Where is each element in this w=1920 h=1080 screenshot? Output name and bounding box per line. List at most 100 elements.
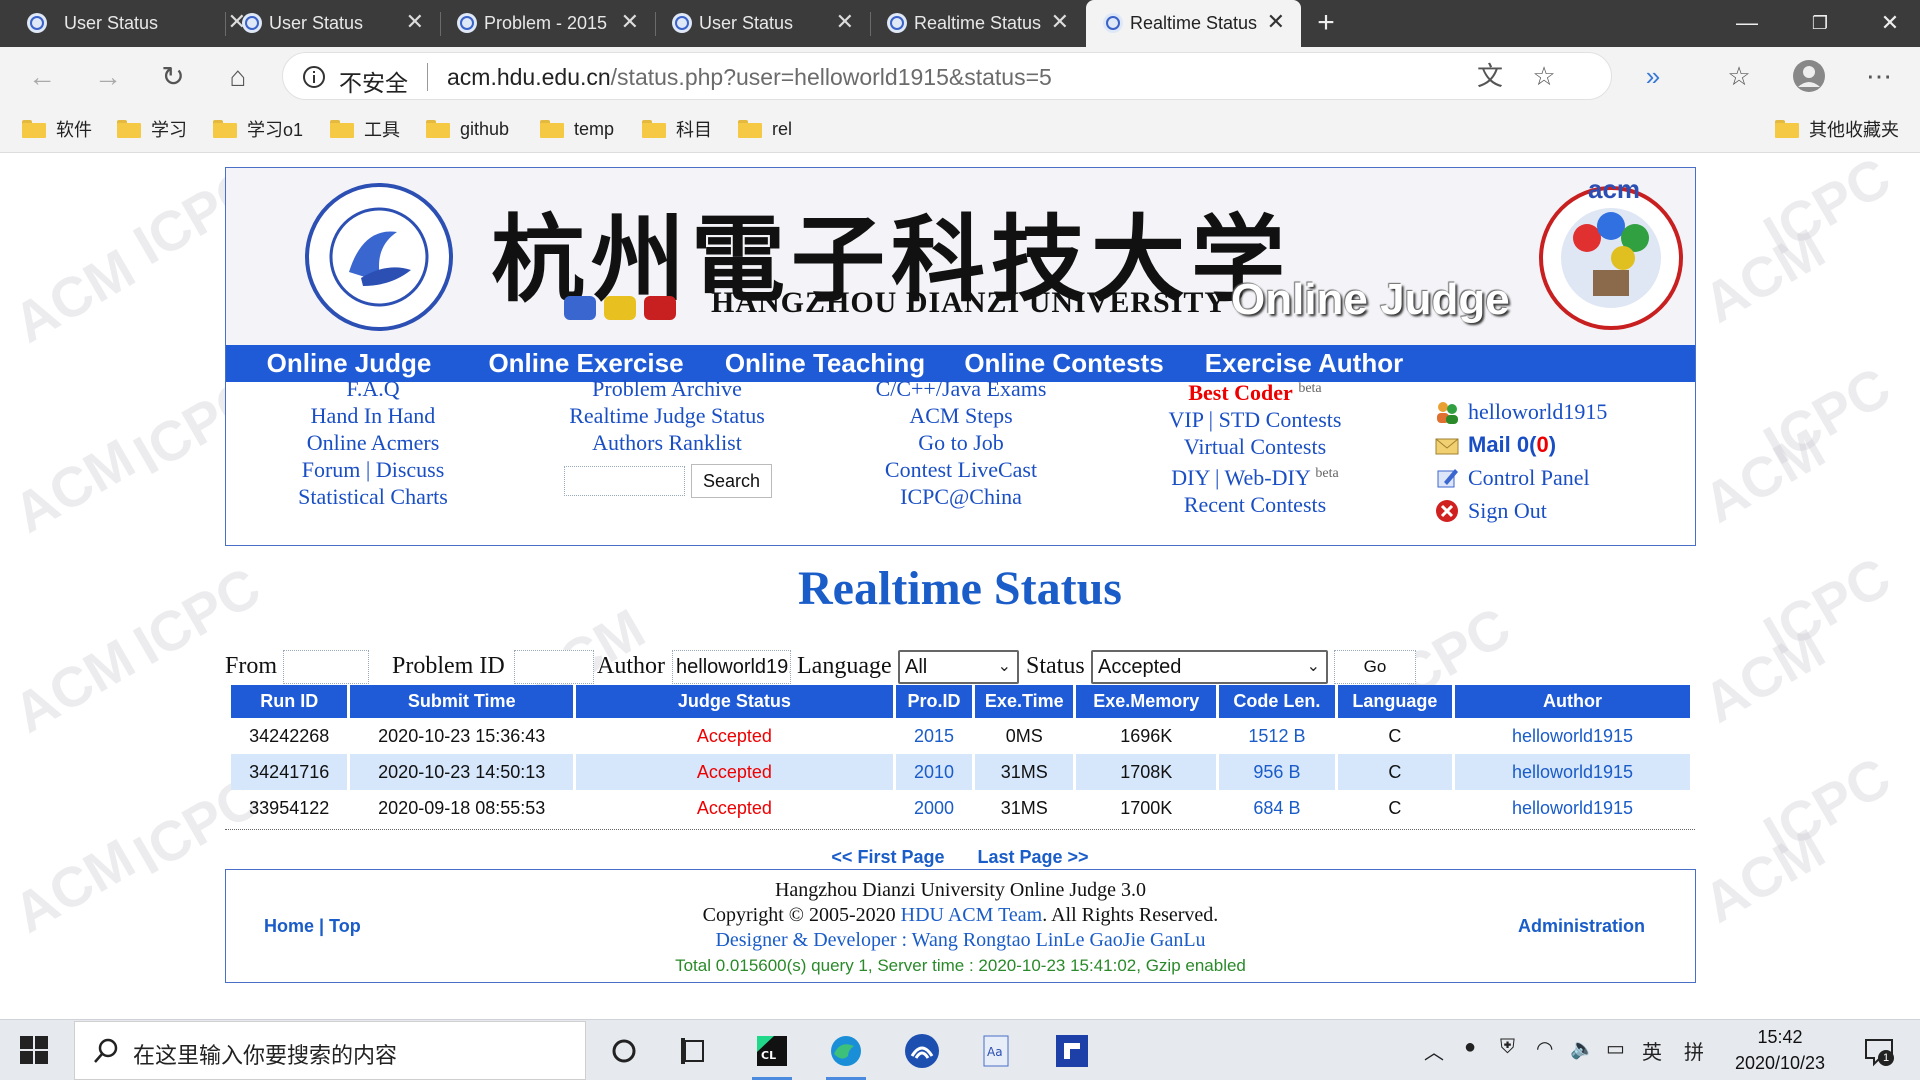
profile-avatar-icon[interactable] bbox=[1792, 59, 1826, 93]
minimize-icon[interactable]: — bbox=[1717, 6, 1777, 40]
windows-start-icon[interactable] bbox=[20, 1036, 48, 1064]
cortana-icon[interactable] bbox=[596, 1026, 652, 1076]
browser-tab[interactable]: User Status ✕ bbox=[0, 0, 262, 47]
username-link[interactable]: helloworld1915 bbox=[1468, 399, 1607, 425]
statistical-charts-link[interactable]: Statistical Charts bbox=[228, 483, 518, 510]
bookmark-folder[interactable]: 工具 bbox=[330, 115, 400, 143]
close-icon[interactable]: ✕ bbox=[406, 10, 424, 34]
close-icon[interactable]: ✕ bbox=[1051, 10, 1069, 34]
flow-app-icon[interactable] bbox=[1044, 1026, 1100, 1076]
author-input[interactable]: helloworld1915 bbox=[672, 650, 791, 684]
qq-tray-icon[interactable]: ● bbox=[1464, 1036, 1476, 1059]
icpc-china-link[interactable]: ICPC@China bbox=[816, 483, 1106, 510]
browser-tab[interactable]: Realtime Status ✕ bbox=[870, 0, 1085, 47]
online-acmers-link[interactable]: Online Acmers bbox=[228, 429, 518, 456]
faq-link[interactable]: F.A.Q bbox=[228, 375, 518, 402]
acm-team-link[interactable]: HDU ACM Team bbox=[901, 904, 1043, 926]
forum-discuss-link[interactable]: Forum | Discuss bbox=[228, 456, 518, 483]
more-menu-icon[interactable]: ⋯ bbox=[1862, 59, 1896, 93]
volume-icon[interactable]: 🔈 bbox=[1570, 1036, 1595, 1061]
show-hidden-icons-chevron-icon[interactable]: ︿ bbox=[1424, 1036, 1444, 1065]
ime-mode-indicator[interactable]: 拼 bbox=[1684, 1036, 1704, 1065]
translate-icon[interactable]: ⽂ bbox=[1473, 59, 1507, 93]
sign-out-link[interactable]: Sign Out bbox=[1434, 494, 1684, 527]
security-shield-icon[interactable]: ⛨ bbox=[1500, 1036, 1515, 1059]
browser-tab[interactable]: Problem - 2015 ✕ bbox=[440, 0, 655, 47]
edge-browser-icon[interactable] bbox=[818, 1026, 874, 1080]
problem-id-input[interactable] bbox=[514, 650, 594, 684]
user-profile-link[interactable]: helloworld1915 bbox=[1434, 395, 1684, 428]
language-select[interactable]: All ⌄ bbox=[898, 650, 1019, 684]
contest-livecast-link[interactable]: Contest LiveCast bbox=[816, 456, 1106, 483]
last-page-link[interactable]: Last Page >> bbox=[978, 847, 1089, 867]
bookmark-folder[interactable]: temp bbox=[540, 115, 614, 143]
wifi-icon[interactable]: ◠ bbox=[1536, 1036, 1553, 1061]
security-label[interactable]: 不安全 bbox=[339, 64, 408, 98]
mail-link[interactable]: Mail 0(0) bbox=[1434, 428, 1684, 461]
close-window-icon[interactable]: ✕ bbox=[1860, 6, 1920, 40]
new-tab-button[interactable]: + bbox=[1296, 6, 1356, 40]
vip-std-contests-link[interactable]: VIP | STD Contests bbox=[1110, 406, 1400, 433]
dictionary-app-icon[interactable]: Aa bbox=[968, 1026, 1024, 1076]
bookmark-folder[interactable]: 学习 bbox=[117, 115, 187, 143]
close-icon[interactable]: ✕ bbox=[836, 10, 854, 34]
browser-tab-active[interactable]: Realtime Status ✕ bbox=[1086, 0, 1301, 47]
from-input[interactable] bbox=[283, 650, 369, 684]
browser-tab[interactable]: User Status ✕ bbox=[655, 0, 870, 47]
acm-steps-link[interactable]: ACM Steps bbox=[816, 402, 1106, 429]
recent-contests-link[interactable]: Recent Contests bbox=[1110, 491, 1400, 518]
notification-center-icon[interactable]: 1 bbox=[1862, 1034, 1896, 1068]
problem-id-link[interactable]: 2015 bbox=[896, 718, 973, 754]
exams-link[interactable]: C/C++/Java Exams bbox=[816, 375, 1106, 402]
back-icon[interactable]: ← bbox=[22, 57, 62, 97]
restore-icon[interactable]: ❐ bbox=[1790, 6, 1850, 40]
go-to-job-link[interactable]: Go to Job bbox=[816, 429, 1106, 456]
battery-icon[interactable]: ▭ bbox=[1606, 1036, 1625, 1061]
go-button[interactable]: Go bbox=[1334, 650, 1416, 684]
info-icon[interactable] bbox=[301, 64, 327, 90]
refresh-icon[interactable]: ↻ bbox=[153, 57, 193, 97]
close-icon[interactable]: ✕ bbox=[1267, 10, 1285, 34]
favorite-star-icon[interactable]: ☆ bbox=[1527, 59, 1561, 93]
search-button[interactable]: Search bbox=[691, 464, 772, 498]
system-clock[interactable]: 15:42 2020/10/23 bbox=[1716, 1024, 1844, 1076]
realtime-judge-status-link[interactable]: Realtime Judge Status bbox=[522, 402, 812, 429]
author-link[interactable]: helloworld1915 bbox=[1455, 754, 1690, 790]
bookmark-folder[interactable]: rel bbox=[738, 115, 792, 143]
bookmark-folder[interactable]: 学习o1 bbox=[213, 115, 303, 143]
code-length-link[interactable]: 684 B bbox=[1219, 790, 1334, 826]
task-view-icon[interactable] bbox=[666, 1026, 722, 1076]
code-length-link[interactable]: 1512 B bbox=[1219, 718, 1334, 754]
administration-link[interactable]: Administration bbox=[1518, 916, 1645, 937]
authors-ranklist-link[interactable]: Authors Ranklist bbox=[522, 429, 812, 456]
home-icon[interactable]: ⌂ bbox=[218, 57, 258, 97]
control-panel-link[interactable]: Control Panel bbox=[1434, 461, 1684, 494]
bookmark-folder[interactable]: 科目 bbox=[642, 115, 712, 143]
forward-icon[interactable]: → bbox=[88, 57, 128, 97]
ime-language-indicator[interactable]: 英 bbox=[1642, 1036, 1662, 1065]
bookmark-folder[interactable]: 软件 bbox=[22, 115, 92, 143]
url-text[interactable]: acm.hdu.edu.cn/status.php?user=helloworl… bbox=[447, 64, 1052, 91]
problem-archive-link[interactable]: Problem Archive bbox=[522, 375, 812, 402]
first-page-link[interactable]: << First Page bbox=[831, 847, 944, 867]
clion-app-icon[interactable]: CL bbox=[744, 1026, 800, 1080]
code-length-link[interactable]: 956 B bbox=[1219, 754, 1335, 790]
problem-id-link[interactable]: 2000 bbox=[896, 790, 973, 826]
author-link[interactable]: helloworld1915 bbox=[1455, 790, 1690, 826]
status-select[interactable]: Accepted ⌄ bbox=[1091, 650, 1328, 684]
problem-id-link[interactable]: 2010 bbox=[895, 754, 973, 790]
hand-in-hand-link[interactable]: Hand In Hand bbox=[228, 402, 518, 429]
diy-contests-link[interactable]: DIY | Web-DIY beta bbox=[1110, 460, 1400, 491]
author-link[interactable]: helloworld1915 bbox=[1455, 718, 1690, 754]
extension-chevron-icon[interactable]: » bbox=[1636, 59, 1670, 93]
favorites-list-icon[interactable]: ☆ bbox=[1722, 59, 1756, 93]
browser-tab[interactable]: User Status ✕ bbox=[225, 0, 440, 47]
bookmark-folder[interactable]: github bbox=[426, 115, 509, 143]
url-bar[interactable]: 不安全 acm.hdu.edu.cn/status.php?user=hello… bbox=[282, 52, 1612, 100]
other-bookmarks-folder[interactable]: 其他收藏夹 bbox=[1775, 115, 1899, 143]
taskbar-search-box[interactable]: 在这里输入你要搜索的内容 bbox=[74, 1021, 586, 1080]
virtual-contests-link[interactable]: Virtual Contests bbox=[1110, 433, 1400, 460]
best-coder-link[interactable]: Best Coder beta bbox=[1110, 375, 1400, 406]
network-app-icon[interactable] bbox=[894, 1026, 950, 1076]
problem-search-input[interactable] bbox=[564, 466, 685, 496]
